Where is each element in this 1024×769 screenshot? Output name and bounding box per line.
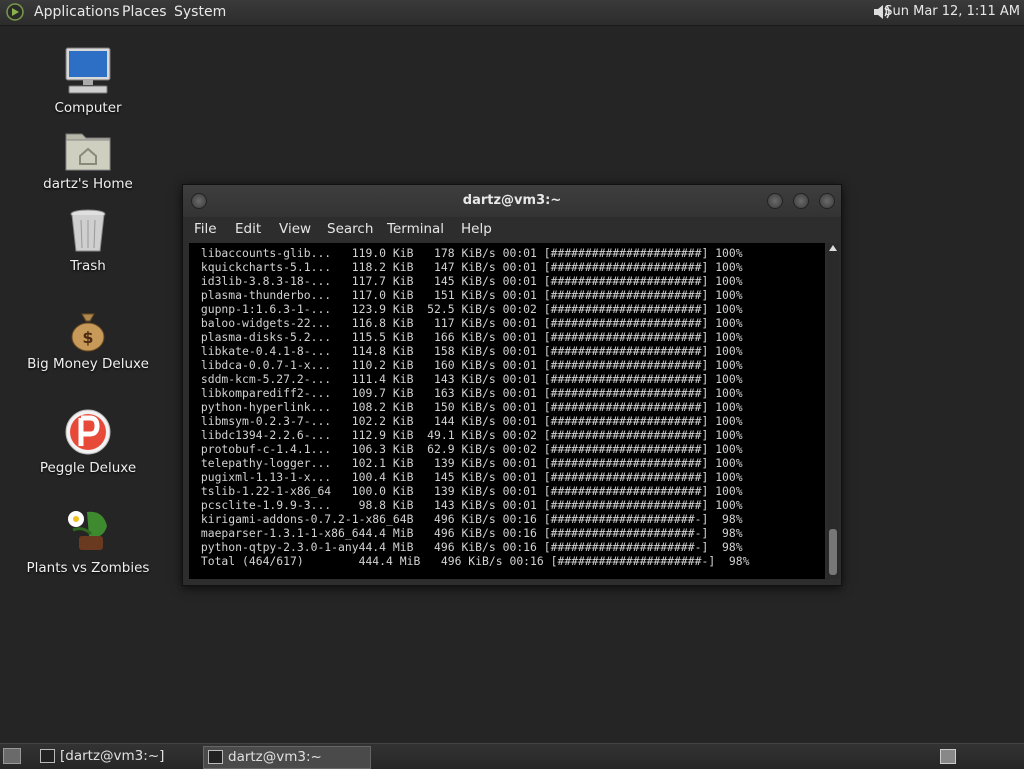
menu-bar: File Edit View Search Terminal Help (183, 217, 841, 243)
menu-file[interactable]: File (194, 221, 217, 237)
terminal-line: libaccounts-glib... 119.0 KiB 178 KiB/s … (194, 246, 743, 260)
taskbar-item[interactable]: [dartz@vm3:~] (36, 746, 196, 767)
show-desktop-icon[interactable] (3, 748, 21, 764)
terminal-line: Total (464/617) 444.4 MiB 496 KiB/s 00:1… (194, 554, 750, 568)
desktop-icon-peggle[interactable]: Peggle Deluxe (18, 408, 158, 476)
terminal-line: gupnp-1:1.6.3-1-... 123.9 KiB 52.5 KiB/s… (194, 302, 743, 316)
terminal-window[interactable]: dartz@vm3:~ File Edit View Search Termin… (182, 184, 842, 586)
taskbar-item-label: dartz@vm3:~ (228, 749, 322, 765)
terminal-line: id3lib-3.8.3-18-... 117.7 KiB 145 KiB/s … (194, 274, 743, 288)
scrollbar-thumb[interactable] (829, 529, 837, 575)
desktop-icon-trash[interactable]: Trash (18, 208, 158, 274)
terminal-line: pcsclite-1.9.9-3... 98.8 KiB 143 KiB/s 0… (194, 498, 743, 512)
menu-edit[interactable]: Edit (235, 221, 261, 237)
terminal-icon (208, 750, 223, 764)
terminal-line: maeparser-1.3.1-1-x86_644.4 MiB 496 KiB/… (194, 526, 743, 540)
money-bag-icon: $ (71, 313, 105, 352)
terminal-line: sddm-kcm-5.27.2-... 111.4 KiB 143 KiB/s … (194, 372, 743, 386)
scrollbar[interactable] (827, 243, 839, 579)
title-bar[interactable]: dartz@vm3:~ (183, 185, 841, 217)
trash-icon (70, 209, 106, 252)
terminal-line: plasma-thunderbo... 117.0 KiB 151 KiB/s … (194, 288, 743, 302)
menu-help[interactable]: Help (461, 221, 492, 237)
window-title: dartz@vm3:~ (462, 193, 562, 208)
desktop-icon-label: Computer (54, 100, 122, 116)
applications-menu[interactable]: Applications (34, 4, 120, 20)
system-menu[interactable]: System (174, 4, 226, 20)
desktop-icon-big-money[interactable]: $ Big Money Deluxe (18, 310, 158, 372)
terminal-line: kirigami-addons-0.7.2-1-x86_64B 496 KiB/… (194, 512, 743, 526)
desktop-icon-label: dartz's Home (43, 176, 133, 192)
terminal-line: libdc1394-2.2.6-... 112.9 KiB 49.1 KiB/s… (194, 428, 743, 442)
terminal-line: libkate-0.4.1-8-... 114.8 KiB 158 KiB/s … (194, 344, 743, 358)
desktop-icon-label: Peggle Deluxe (39, 460, 137, 476)
places-menu[interactable]: Places (122, 4, 167, 20)
desktop-icon-plants-vs-zombies[interactable]: Plants vs Zombies (18, 506, 158, 576)
home-folder-icon (65, 133, 111, 171)
menu-view[interactable]: View (279, 221, 311, 237)
terminal-line: baloo-widgets-22... 116.8 KiB 117 KiB/s … (194, 316, 743, 330)
scroll-up-arrow-icon[interactable] (829, 245, 837, 251)
desktop-icon-label: Trash (70, 258, 106, 274)
desktop-icon-label: Plants vs Zombies (26, 560, 150, 576)
terminal-line: libmsym-0.2.3-7-... 102.2 KiB 144 KiB/s … (194, 414, 743, 428)
terminal-line: telepathy-logger... 102.1 KiB 139 KiB/s … (194, 456, 743, 470)
svg-text:$: $ (82, 328, 93, 347)
maximize-icon[interactable] (793, 193, 809, 209)
plants-icon (68, 511, 107, 550)
terminal-line: python-hyperlink... 108.2 KiB 150 KiB/s … (194, 400, 743, 414)
computer-icon (65, 47, 111, 94)
bottom-panel: [dartz@vm3:~] dartz@vm3:~ (0, 743, 1024, 769)
terminal-line: tslib-1.22-1-x86_64 100.0 KiB 139 KiB/s … (194, 484, 743, 498)
terminal-output[interactable]: libaccounts-glib... 119.0 KiB 178 KiB/s … (189, 243, 825, 579)
terminal-lines: libaccounts-glib... 119.0 KiB 178 KiB/s … (194, 246, 750, 568)
terminal-line: pugixml-1.13-1-x... 100.4 KiB 145 KiB/s … (194, 470, 743, 484)
terminal-line: plasma-disks-5.2... 115.5 KiB 166 KiB/s … (194, 330, 743, 344)
peggle-icon (65, 409, 111, 455)
desktop-icon-computer[interactable]: Computer (18, 46, 158, 116)
terminal-line: python-qtpy-2.3.0-1-any44.4 MiB 496 KiB/… (194, 540, 743, 554)
terminal-line: libdca-0.0.7-1-x... 110.2 KiB 160 KiB/s … (194, 358, 743, 372)
terminal-line: kquickcharts-5.1... 118.2 KiB 147 KiB/s … (194, 260, 743, 274)
terminal-icon (40, 749, 55, 763)
terminal-line: protobuf-c-1.4.1... 106.3 KiB 62.9 KiB/s… (194, 442, 743, 456)
menu-terminal[interactable]: Terminal (387, 221, 444, 237)
desktop-icon-home[interactable]: dartz's Home (18, 128, 158, 192)
distro-logo-icon[interactable] (6, 3, 24, 21)
workspace-switcher[interactable] (940, 749, 956, 764)
desktop-icon-label: Big Money Deluxe (27, 356, 149, 372)
terminal-line: libkomparediff2-... 109.7 KiB 163 KiB/s … (194, 386, 743, 400)
taskbar-item-label: [dartz@vm3:~] (60, 748, 165, 764)
clock[interactable]: Sun Mar 12, 1:11 AM (884, 4, 1020, 19)
taskbar-item-active[interactable]: dartz@vm3:~ (203, 746, 371, 769)
menu-search[interactable]: Search (327, 221, 373, 237)
top-panel: Applications Places System Sun Mar 12, 1… (0, 0, 1024, 26)
minimize-icon[interactable] (767, 193, 783, 209)
close-icon[interactable] (819, 193, 835, 209)
